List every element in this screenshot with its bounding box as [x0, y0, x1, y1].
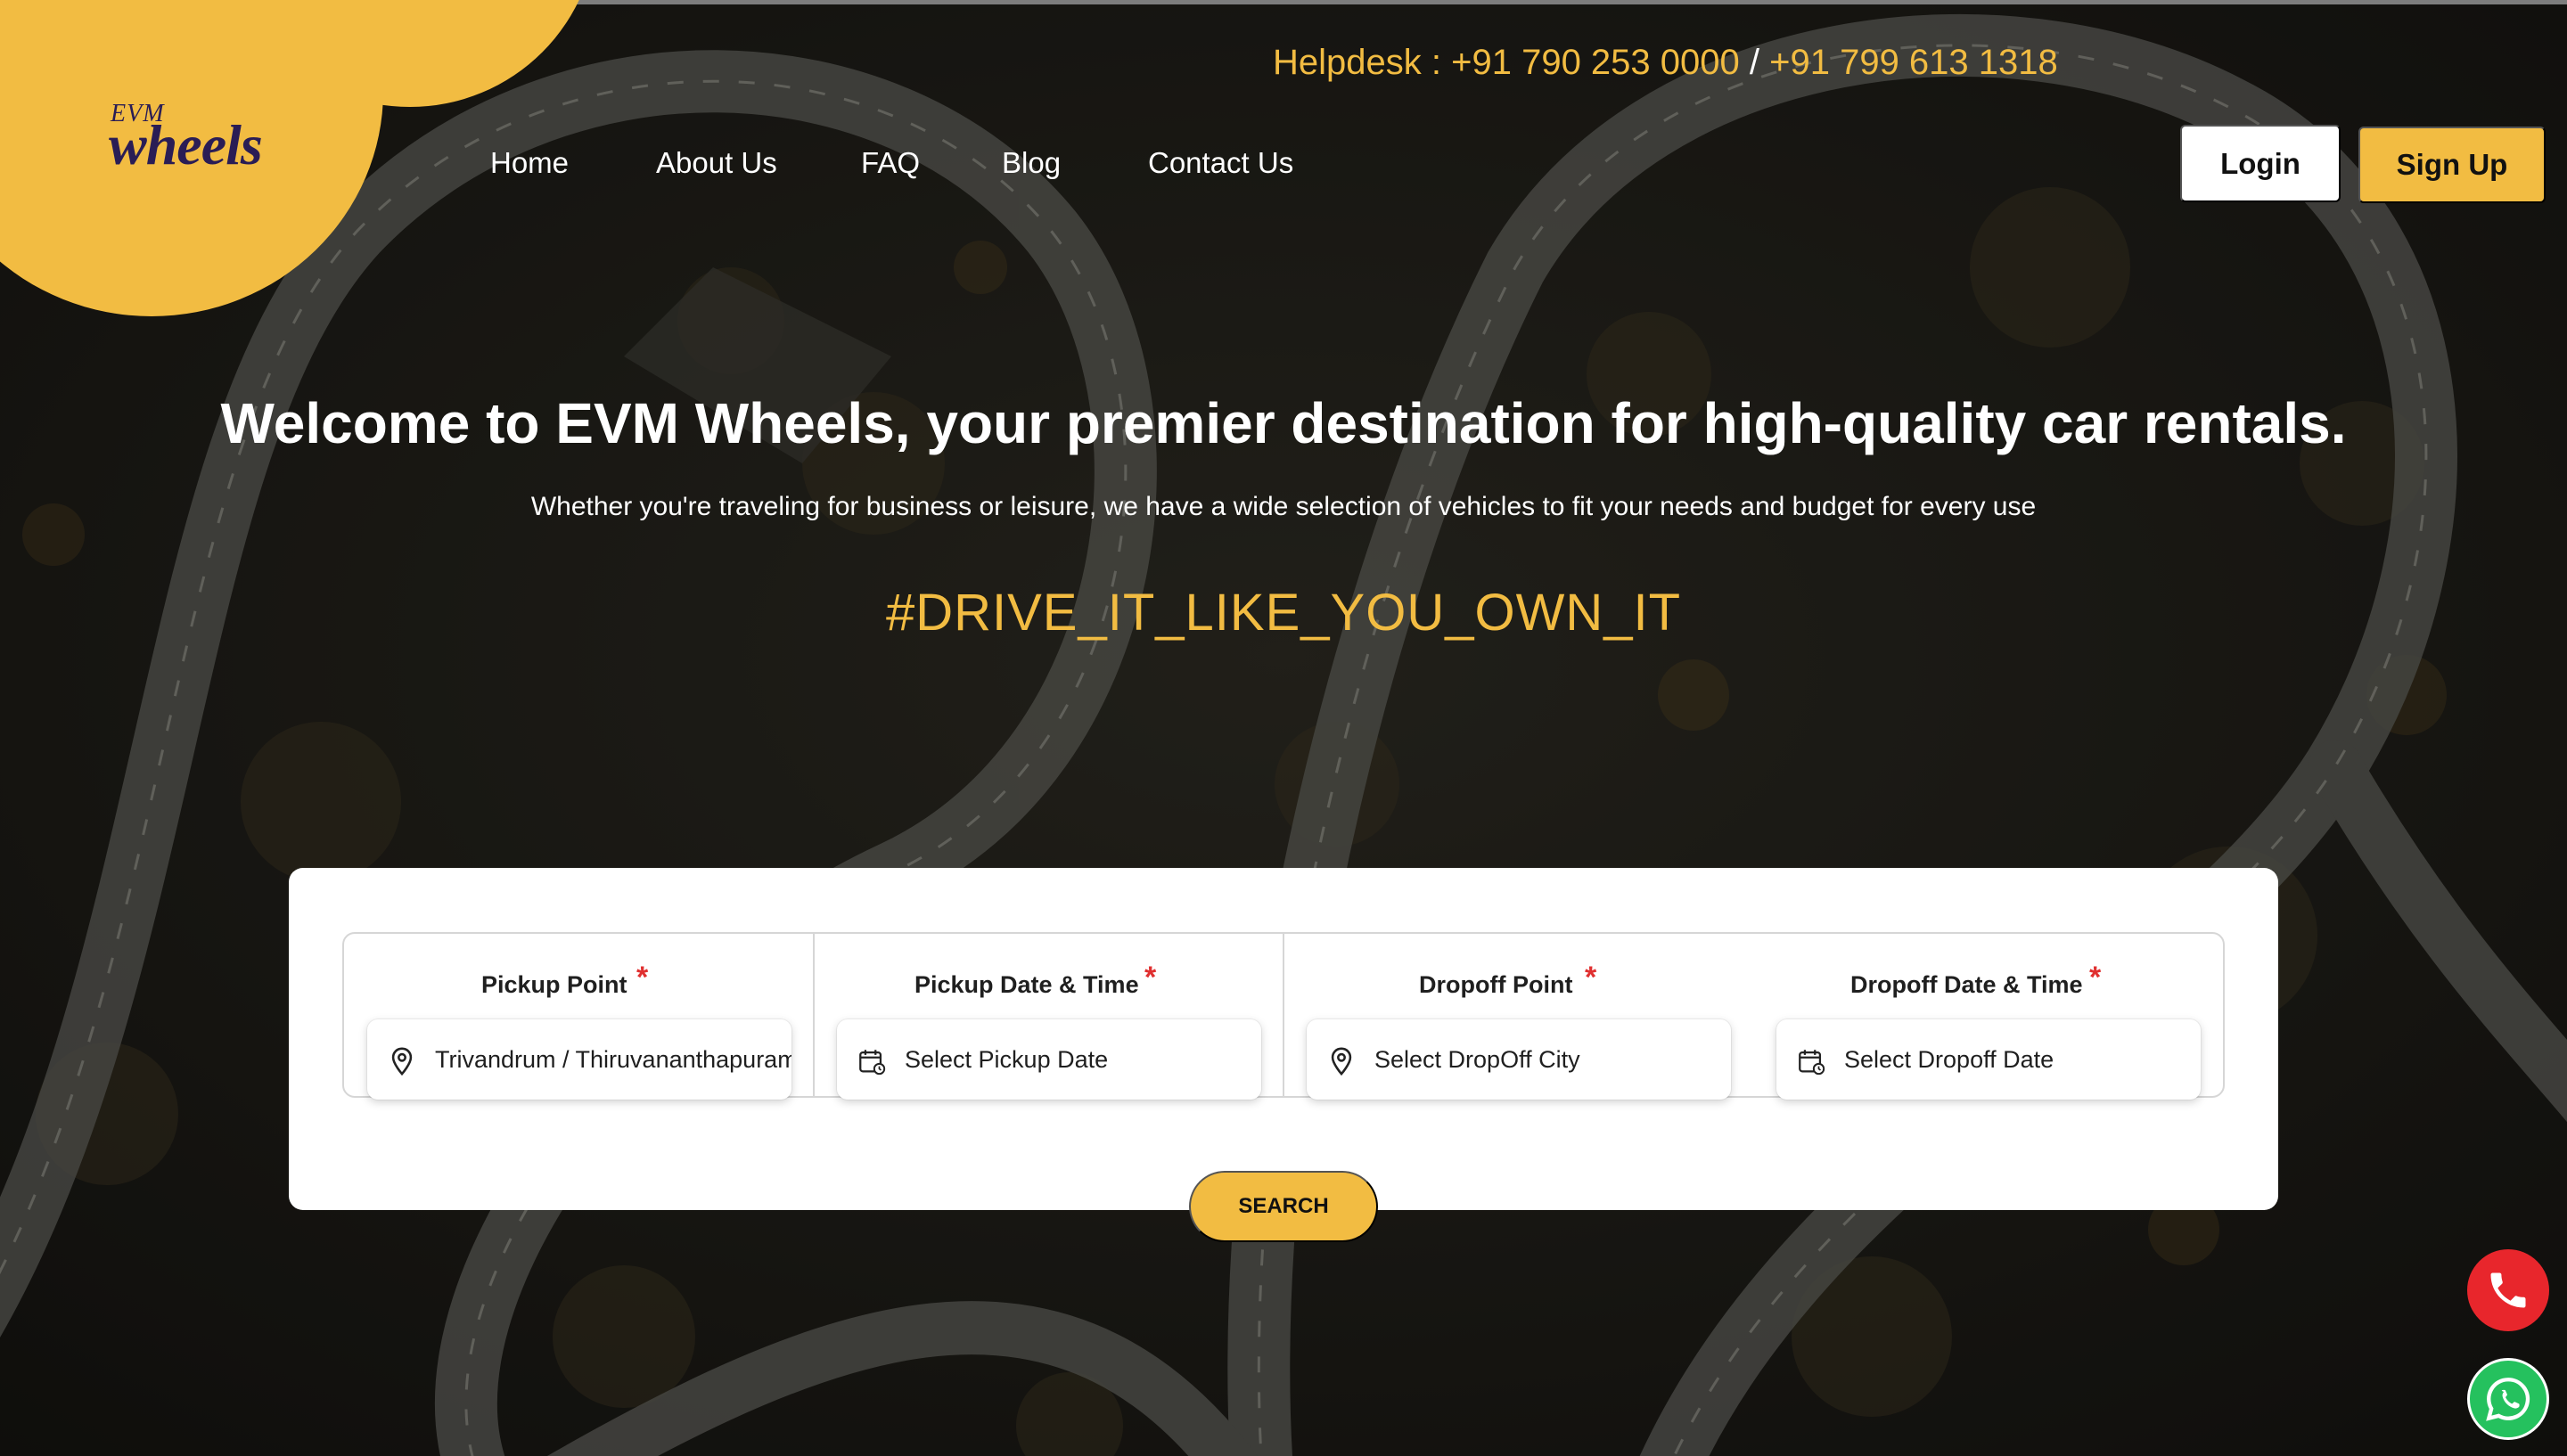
nav-blog[interactable]: Blog [1002, 146, 1061, 180]
helpdesk-info: Helpdesk : +91 790 253 0000 / +91 799 61… [1273, 43, 2058, 83]
call-button[interactable] [2467, 1249, 2549, 1331]
field-divider [813, 934, 815, 1096]
pickup-point-select[interactable]: Trivandrum / Thiruvananthapuram [367, 1019, 791, 1100]
helpdesk-phone-1[interactable]: +91 790 253 0000 [1451, 43, 1740, 82]
search-card: Pickup Point * Trivandrum / Thiruvananth… [289, 868, 2278, 1210]
phone-icon [2490, 1272, 2526, 1308]
hero-tagline: #DRIVE_IT_LIKE_YOU_OWN_IT [885, 584, 1682, 642]
calendar-icon [859, 1050, 886, 1076]
search-form: Pickup Point * Trivandrum / Thiruvananth… [342, 932, 2225, 1100]
hero-subtitle: Whether you're traveling for business or… [530, 492, 2037, 521]
dropoff-point-select[interactable]: Select DropOff City [1307, 1019, 1731, 1100]
location-pin-icon [391, 1047, 413, 1076]
nav-faq[interactable]: FAQ [861, 146, 920, 180]
dropoff-point-placeholder: Select DropOff City [1374, 1046, 1580, 1073]
whatsapp-icon [2486, 1378, 2530, 1421]
dropoff-date-label: Dropoff Date & Time [1850, 971, 2083, 998]
nav-home[interactable]: Home [490, 146, 569, 180]
search-button[interactable]: SEARCH [1189, 1171, 1378, 1242]
helpdesk-phone-2[interactable]: +91 799 613 1318 [1769, 43, 2058, 82]
required-marker: * [1585, 961, 1597, 994]
nav-about-us[interactable]: About Us [656, 146, 777, 180]
dropoff-date-input[interactable]: Select Dropoff Date [1776, 1019, 2201, 1100]
required-marker: * [2089, 961, 2102, 994]
evm-wheels-logo[interactable]: EVM wheels [109, 100, 305, 176]
required-marker: * [1144, 961, 1157, 994]
login-button[interactable]: Login [2180, 125, 2341, 202]
pickup-point-value: Trivandrum / Thiruvananthapuram [435, 1046, 791, 1073]
logo-wheels-text: wheels [109, 113, 263, 176]
signup-button[interactable]: Sign Up [2358, 127, 2546, 203]
required-marker: * [636, 961, 649, 994]
pickup-date-input[interactable]: Select Pickup Date [837, 1019, 1261, 1100]
field-divider [1283, 934, 1284, 1096]
location-pin-icon [1331, 1047, 1352, 1076]
helpdesk-label: Helpdesk : [1273, 43, 1452, 82]
whatsapp-button[interactable] [2467, 1358, 2549, 1440]
phone-separator: / [1739, 43, 1770, 82]
nav-contact-us[interactable]: Contact Us [1148, 146, 1293, 180]
pickup-date-placeholder: Select Pickup Date [905, 1046, 1109, 1073]
hero-title: Welcome to EVM Wheels, your premier dest… [220, 391, 2347, 455]
dropoff-date-placeholder: Select Dropoff Date [1844, 1046, 2054, 1073]
calendar-icon [1799, 1050, 1825, 1076]
dropoff-point-label: Dropoff Point [1419, 971, 1573, 998]
pickup-date-label: Pickup Date & Time [914, 971, 1139, 998]
pickup-point-label: Pickup Point [481, 971, 627, 998]
